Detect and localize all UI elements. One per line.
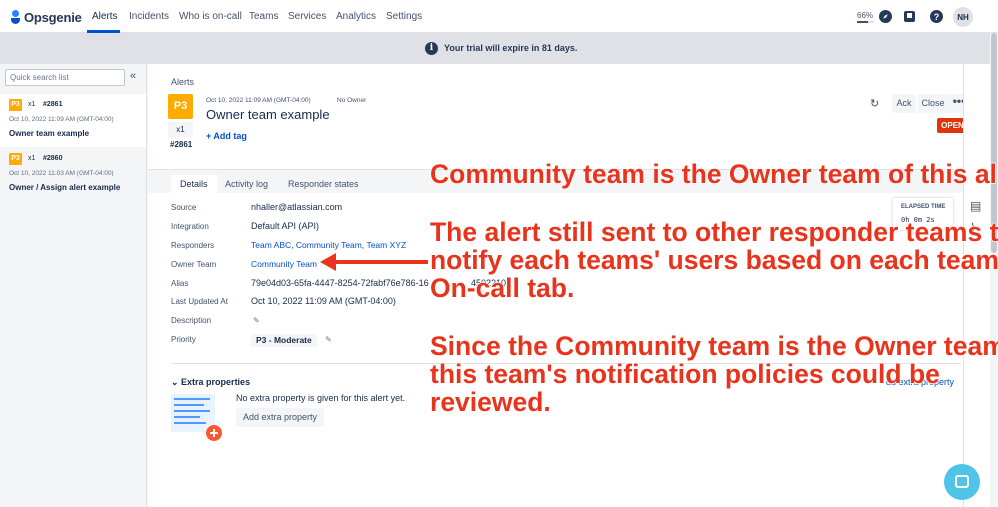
nav-analytics[interactable]: Analytics	[336, 11, 376, 22]
alert-list-sidebar: « P3 x1 #2861 Oct 10, 2022 11:09 AM (GMT…	[0, 64, 147, 507]
chat-button[interactable]	[944, 464, 980, 500]
nav-incidents[interactable]: Incidents	[129, 11, 169, 22]
trial-banner-text: Your trial will expire in 81 days.	[444, 43, 578, 53]
priority-badge-large: P3	[168, 94, 193, 119]
nav-teams[interactable]: Teams	[249, 11, 278, 22]
help-icon[interactable]: ?	[930, 10, 943, 23]
alias-value: 79e04d03-65fa-4447-8254-72fabf76e786-16	[251, 278, 429, 288]
compass-icon[interactable]	[879, 10, 892, 23]
responders-label: Responders	[171, 241, 215, 250]
book-icon[interactable]	[903, 10, 916, 23]
ack-button[interactable]: Ack	[892, 94, 916, 113]
info-icon: i	[425, 42, 438, 55]
elapsed-label: ELAPSED TIME	[901, 204, 946, 210]
add-tag-button[interactable]: + Add tag	[206, 131, 247, 141]
annotation-arrow-icon	[320, 253, 428, 271]
responder-link[interactable]: Community Team	[296, 240, 362, 250]
tab-details[interactable]: Details	[171, 175, 217, 195]
updated-label: Last Updated At	[171, 297, 228, 306]
trial-banner: i Your trial will expire in 81 days.	[0, 33, 990, 64]
alert-number: #2861	[170, 140, 193, 149]
updated-value: Oct 10, 2022 11:09 AM (GMT-04:00)	[251, 296, 396, 306]
responder-link[interactable]: Team ABC	[251, 240, 291, 250]
user-avatar[interactable]: NH	[953, 7, 973, 27]
alert-count: x1	[28, 101, 36, 108]
alert-count: x1	[28, 155, 36, 162]
annotation-responders: The alert still sent to other responder …	[429, 217, 998, 303]
extra-properties-heading: Extra properties	[181, 377, 251, 387]
alert-title: Owner / Assign alert example	[9, 183, 121, 192]
edit-description-icon[interactable]: ✎	[253, 316, 260, 325]
responders-value: Team ABC, Community Team, Team XYZ	[251, 240, 407, 250]
priority-badge: P3	[9, 153, 22, 165]
priority-label: Priority	[171, 335, 196, 344]
nav-services[interactable]: Services	[288, 11, 326, 22]
priority-value: P3 - Moderate	[251, 334, 317, 347]
logo-text: Opsgenie	[24, 9, 82, 25]
integration-value: Default API (API)	[251, 221, 320, 231]
priority-badge: P3	[9, 99, 22, 111]
breadcrumb[interactable]: Alerts	[171, 77, 194, 87]
alias-label: Alias	[171, 279, 189, 288]
integration-label: Integration	[171, 222, 209, 231]
opsgenie-logo-icon	[11, 10, 20, 24]
alert-timestamp: Oct 10, 2022 11:09 AM (GMT-04:00)	[9, 116, 114, 123]
nav-settings[interactable]: Settings	[386, 11, 422, 22]
collapse-sidebar-icon[interactable]: «	[130, 70, 136, 82]
alert-list-item[interactable]: P3 x1 #2860 Oct 10, 2022 11:03 AM (GMT-0…	[0, 148, 146, 201]
tab-activity-log[interactable]: Activity log	[216, 175, 277, 195]
owner-status[interactable]: No Owner	[337, 97, 366, 104]
svg-text:?: ?	[934, 12, 940, 22]
close-button[interactable]: Close	[918, 94, 948, 113]
nav-who-is-on-call[interactable]: Who is on-call	[179, 11, 242, 22]
description-label: Description	[171, 316, 212, 325]
responder-link[interactable]: Team XYZ	[366, 240, 406, 250]
alert-list-item[interactable]: P3 x1 #2861 Oct 10, 2022 11:09 AM (GMT-0…	[0, 94, 146, 147]
empty-state-illustration	[171, 394, 222, 441]
zoom-progress	[857, 21, 874, 23]
page-title: Owner team example	[206, 107, 330, 122]
extra-empty-text: No extra property is given for this aler…	[236, 393, 406, 403]
alert-number: #2860	[43, 155, 63, 162]
alert-timestamp: Oct 10, 2022 11:09 AM (GMT-04:00)	[206, 97, 311, 104]
alert-count: x1	[168, 122, 193, 137]
source-value: nhaller@atlassian.com	[251, 202, 343, 212]
owner-team-link[interactable]: Community Team	[251, 259, 317, 269]
tab-responder-states[interactable]: Responder states	[279, 175, 368, 195]
opsgenie-logo[interactable]: Opsgenie	[11, 8, 82, 26]
notes-icon[interactable]: ▤	[970, 199, 981, 213]
add-extra-property-button[interactable]: Add extra property	[236, 408, 325, 427]
zoom-level: 66%	[857, 11, 874, 20]
alert-number: #2861	[43, 101, 63, 108]
top-nav: Opsgenie Alerts Incidents Who is on-call…	[0, 0, 998, 33]
refresh-icon[interactable]: ↻	[870, 97, 879, 110]
edit-priority-icon[interactable]: ✎	[325, 335, 332, 344]
quick-search-input[interactable]	[5, 69, 125, 86]
annotation-owner-team: Community team is the Owner team of this…	[429, 159, 998, 189]
annotation-notification-policies: Since the Community team is the Owner te…	[429, 331, 998, 417]
source-label: Source	[171, 203, 197, 212]
chat-icon	[955, 475, 969, 488]
alert-timestamp: Oct 10, 2022 11:03 AM (GMT-04:00)	[9, 170, 114, 177]
owner-team-label: Owner Team	[171, 260, 217, 269]
nav-alerts[interactable]: Alerts	[92, 11, 118, 22]
alert-title: Owner team example	[9, 129, 90, 138]
extra-properties-toggle[interactable]: ⌄ Extra properties	[171, 377, 250, 388]
